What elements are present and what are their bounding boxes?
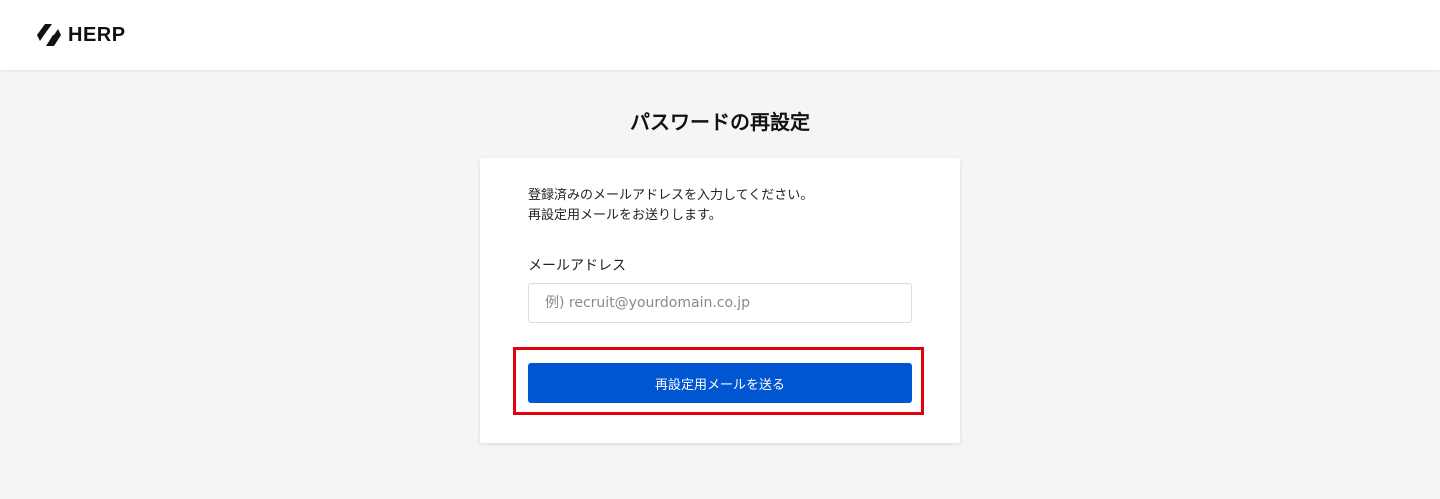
instructions-line-2: 再設定用メールをお送りします。 (528, 208, 722, 223)
instructions-text: 登録済みのメールアドレスを入力してください。 再設定用メールをお送りします。 (528, 186, 813, 226)
brand-name: HERP (68, 23, 126, 46)
page-title: パスワードの再設定 (630, 110, 810, 134)
top-header: HERP (0, 0, 1440, 70)
reset-password-card: 登録済みのメールアドレスを入力してください。 再設定用メールをお送りします。 メ… (480, 158, 960, 443)
email-input[interactable] (528, 283, 912, 323)
send-reset-email-button[interactable]: 再設定用メールを送る (528, 363, 912, 403)
herp-logo-icon (36, 24, 62, 46)
email-label: メールアドレス (528, 258, 626, 274)
brand-logo[interactable]: HERP (36, 23, 126, 47)
instructions-line-1: 登録済みのメールアドレスを入力してください。 (528, 188, 814, 203)
